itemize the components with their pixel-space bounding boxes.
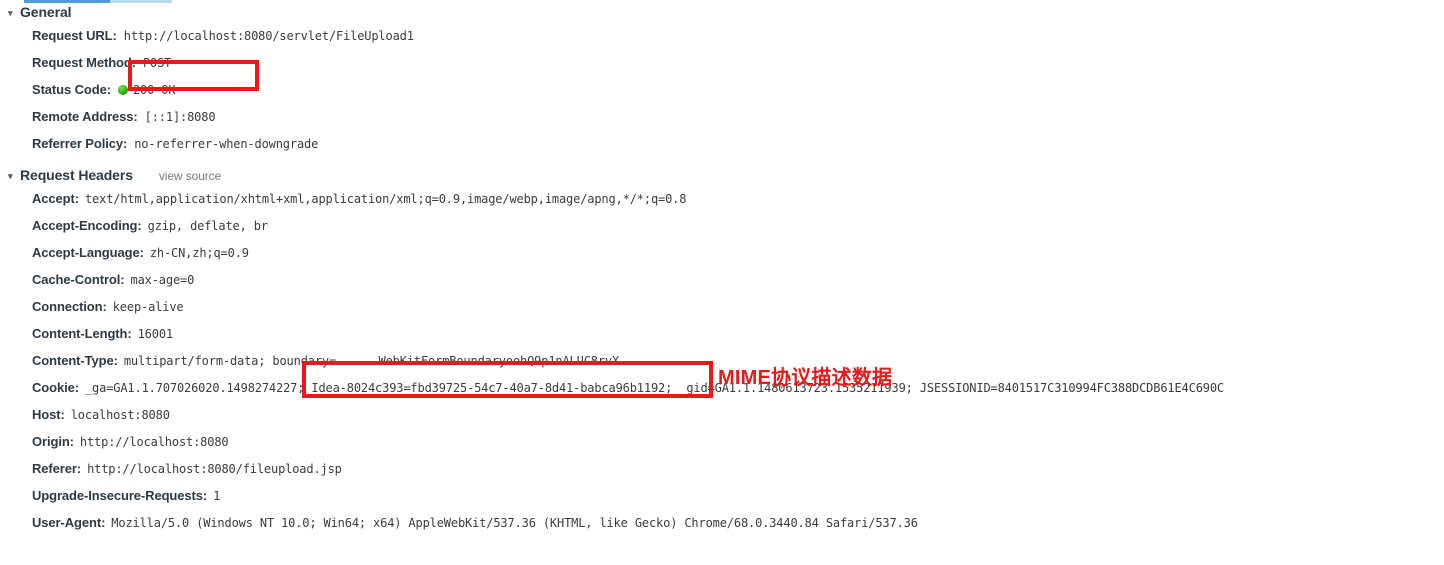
- row-connection: Connection: keep-alive: [32, 299, 1444, 326]
- section-title-general: General: [20, 4, 72, 20]
- row-status-code: Status Code: 200 OK: [32, 82, 1444, 109]
- value-referrer-policy: no-referrer-when-downgrade: [134, 137, 319, 151]
- label-user-agent: User-Agent:: [32, 515, 106, 530]
- label-request-url: Request URL:: [32, 28, 117, 43]
- value-accept: text/html,application/xhtml+xml,applicat…: [84, 192, 687, 206]
- row-origin: Origin: http://localhost:8080: [32, 434, 1444, 461]
- annotation-label-mime: MIME协议描述数据: [718, 367, 893, 389]
- row-cache-control: Cache-Control: max-age=0: [32, 272, 1444, 299]
- value-request-method: POST: [142, 56, 172, 70]
- label-content-length: Content-Length:: [32, 326, 132, 341]
- row-remote-address: Remote Address: [::1]:8080: [32, 109, 1444, 136]
- label-accept-language: Accept-Language:: [32, 245, 144, 260]
- value-status-code: 200 OK: [132, 83, 176, 97]
- section-header-general[interactable]: ▾ General: [0, 4, 1444, 28]
- row-referer: Referer: http://localhost:8080/fileuploa…: [32, 461, 1444, 488]
- label-host: Host:: [32, 407, 65, 422]
- value-accept-language: zh-CN,zh;q=0.9: [149, 246, 249, 260]
- value-content-type: multipart/form-data; boundary=------WebK…: [123, 354, 620, 368]
- row-request-method: Request Method: POST: [32, 55, 1444, 82]
- row-upgrade-insecure-requests: Upgrade-Insecure-Requests: 1: [32, 488, 1444, 515]
- value-cookie: _ga=GA1.1.707026020.1498274227; Idea-802…: [84, 381, 1224, 395]
- row-request-url: Request URL: http://localhost:8080/servl…: [32, 28, 1444, 55]
- row-accept: Accept: text/html,application/xhtml+xml,…: [32, 191, 1444, 218]
- chevron-down-icon[interactable]: ▾: [8, 6, 20, 20]
- row-content-length: Content-Length: 16001: [32, 326, 1444, 353]
- value-user-agent: Mozilla/5.0 (Windows NT 10.0; Win64; x64…: [111, 516, 918, 530]
- label-cookie: Cookie:: [32, 380, 79, 395]
- label-content-type: Content-Type:: [32, 353, 118, 368]
- label-cache-control: Cache-Control:: [32, 272, 125, 287]
- label-referer: Referer:: [32, 461, 82, 476]
- network-headers-panel: ▾ General Request URL: http://localhost:…: [0, 4, 1444, 565]
- general-rows: Request URL: http://localhost:8080/servl…: [0, 28, 1444, 163]
- value-connection: keep-alive: [112, 300, 184, 314]
- value-request-url[interactable]: http://localhost:8080/servlet/FileUpload…: [124, 29, 414, 43]
- value-content-length: 16001: [137, 327, 174, 341]
- tab-underline-secondary: [110, 0, 172, 3]
- value-origin: http://localhost:8080: [79, 435, 229, 449]
- status-ok-dot-icon: [117, 85, 128, 95]
- label-referrer-policy: Referrer Policy:: [32, 136, 128, 151]
- active-tab-underline: [24, 0, 110, 3]
- label-remote-address: Remote Address:: [32, 109, 138, 124]
- section-header-request-headers[interactable]: ▾ Request Headers view source: [0, 167, 1444, 191]
- row-host: Host: localhost:8080: [32, 407, 1444, 434]
- value-accept-encoding: gzip, deflate, br: [147, 219, 268, 233]
- value-remote-address: [::1]:8080: [144, 110, 216, 124]
- row-accept-language: Accept-Language: zh-CN,zh;q=0.9: [32, 245, 1444, 272]
- label-accept-encoding: Accept-Encoding:: [32, 218, 142, 233]
- value-upgrade-insecure-requests: 1: [213, 489, 221, 503]
- label-status-code: Status Code:: [32, 82, 111, 97]
- chevron-down-icon[interactable]: ▾: [8, 169, 20, 183]
- row-referrer-policy: Referrer Policy: no-referrer-when-downgr…: [32, 136, 1444, 163]
- label-request-method: Request Method:: [32, 55, 136, 70]
- section-title-request-headers: Request Headers: [20, 167, 133, 183]
- row-user-agent: User-Agent: Mozilla/5.0 (Windows NT 10.0…: [32, 515, 1444, 542]
- label-origin: Origin:: [32, 434, 74, 449]
- label-connection: Connection:: [32, 299, 107, 314]
- row-accept-encoding: Accept-Encoding: gzip, deflate, br: [32, 218, 1444, 245]
- label-upgrade-insecure-requests: Upgrade-Insecure-Requests:: [32, 488, 208, 503]
- view-source-link[interactable]: view source: [159, 169, 221, 183]
- value-host: localhost:8080: [70, 408, 170, 422]
- value-referer: http://localhost:8080/fileupload.jsp: [87, 462, 342, 476]
- label-accept: Accept:: [32, 191, 79, 206]
- value-cache-control: max-age=0: [130, 273, 195, 287]
